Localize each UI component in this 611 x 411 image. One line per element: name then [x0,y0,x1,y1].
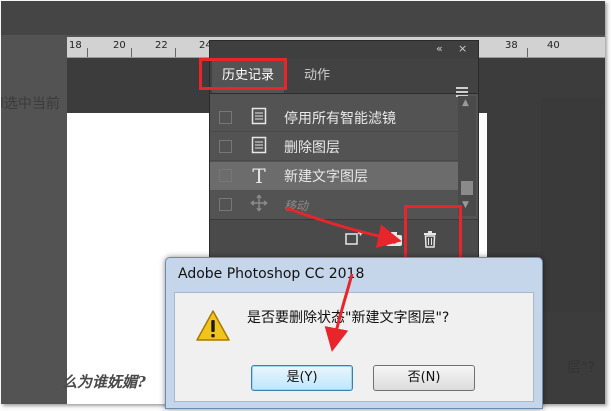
side-panel-strip [541,97,605,312]
history-brush-source-checkbox[interactable] [219,111,232,124]
history-item-label: 移动 [284,199,309,213]
tab-actions[interactable]: 动作 [294,59,340,93]
history-item-label: 新建文字图层 [284,169,368,185]
screenshot-frame: 18 20 22 24 38 40 l选中当前 么为谁妩媚? 层"? « × 历… [0,0,611,411]
ruler-number: 40 [547,40,560,51]
history-tab-highlight-box [199,58,287,90]
close-panel-icon[interactable]: × [458,42,467,55]
camera-snapshot-icon[interactable] [384,230,404,248]
document-icon [248,107,270,129]
history-item-label: 删除图层 [284,140,340,156]
history-item-label: 停用所有智能滤镜 [284,111,396,127]
scroll-thumb[interactable] [461,181,473,195]
document-tab-strip [1,1,605,35]
move-tool-icon [248,194,270,216]
canvas-text: 么为谁妩媚? [62,373,146,391]
dialog-body: 是否要删除状态"新建文字图层"? 是(Y) 否(N) [174,292,534,402]
dialog-message: 是否要删除状态"新建文字图层"? [247,310,450,326]
history-brush-source-checkbox[interactable] [219,169,232,182]
type-tool-icon: T [252,164,266,188]
ruler-number: 22 [155,40,168,51]
background-text: l选中当前 [0,96,60,112]
delete-button-highlight-box [404,205,462,261]
row-divider [210,131,458,132]
history-item[interactable]: 删除图层 [210,133,458,161]
dialog-title: Adobe Photoshop CC 2018 [178,266,365,282]
new-document-from-state-icon[interactable] [344,230,364,248]
ruler-tick [175,48,176,57]
background-text-right: 层"? [567,360,595,376]
warning-icon [195,309,231,343]
ruler-tick [527,48,528,57]
confirm-delete-dialog: Adobe Photoshop CC 2018 是否要删除状态"新建文字图层"?… [165,257,543,409]
ruler-tick [87,48,88,57]
no-button[interactable]: 否(N) [373,365,475,391]
history-brush-source-checkbox[interactable] [219,198,232,211]
history-scrollbar[interactable]: ▲ ▼ [458,96,476,216]
history-item-selected[interactable]: T 新建文字图层 [210,162,458,190]
row-divider [210,160,458,161]
ruler-number: 18 [69,40,82,51]
yes-button[interactable]: 是(Y) [251,365,353,391]
collapse-panel-icon[interactable]: « [436,42,443,55]
scroll-up-icon[interactable]: ▲ [462,98,469,108]
ruler-tick [131,48,132,57]
history-brush-source-checkbox[interactable] [219,140,232,153]
scroll-down-icon[interactable]: ▼ [462,200,469,210]
history-item[interactable]: 停用所有智能滤镜 [210,104,458,132]
ruler-number: 20 [113,40,126,51]
ruler-number: 38 [505,40,518,51]
panel-top-bar: « × [210,41,478,59]
document-icon [248,136,270,158]
